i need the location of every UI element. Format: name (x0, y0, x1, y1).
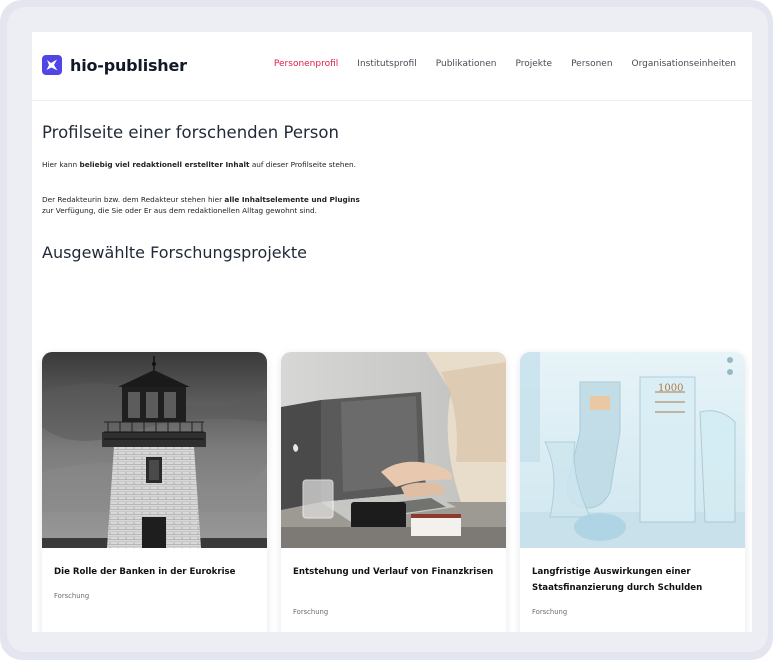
intro-paragraph: Hier kann beliebig viel redaktionell ers… (42, 160, 356, 169)
project-card-tag: Forschung (293, 608, 329, 616)
intro2-text-bold: alle Inhaltselemente und Plugins (224, 195, 360, 204)
intro-text-post: auf dieser Profilseite stehen. (249, 160, 356, 169)
project-card[interactable]: 1000 Langfristige Auswirkungen einer Sta… (520, 352, 745, 632)
nav-item-personen[interactable]: Personen (571, 59, 612, 69)
lab-glassware-image: 1000 (520, 352, 745, 548)
screenshot-frame: hio-publisher Personenprofil Institutspr… (0, 0, 773, 660)
main-nav: Personenprofil Institutsprofil Publikati… (255, 59, 736, 69)
lighthouse-image (42, 352, 267, 548)
intro2-text-pre: Der Redakteurin bzw. dem Redakteur stehe… (42, 195, 225, 204)
nav-item-personenprofil[interactable]: Personenprofil (274, 59, 338, 69)
intro2-text-line2: zur Verfügung, die Sie oder Er aus dem r… (42, 206, 317, 215)
page-title: Profilseite einer forschenden Person (42, 123, 339, 142)
intro-paragraph-2: Der Redakteurin bzw. dem Redakteur stehe… (42, 194, 360, 216)
projects-heading: Ausgewählte Forschungsprojekte (42, 243, 307, 262)
svg-text:1000: 1000 (658, 383, 683, 394)
project-card-tag: Forschung (532, 608, 568, 616)
project-card-tag: Forschung (54, 592, 90, 600)
nav-item-organisationseinheiten[interactable]: Organisationseinheiten (632, 59, 736, 69)
logo-mark-icon (42, 55, 62, 75)
project-card[interactable]: Entstehung und Verlauf von Finanzkrisen … (281, 352, 506, 632)
project-card-title[interactable]: Entstehung und Verlauf von Finanzkrisen (293, 564, 498, 580)
project-card-title[interactable]: Langfristige Auswirkungen einer Staatsfi… (532, 564, 737, 596)
nav-item-projekte[interactable]: Projekte (515, 59, 552, 69)
site-header: hio-publisher Personenprofil Institutspr… (32, 32, 752, 101)
project-card[interactable]: Die Rolle der Banken in der Eurokrise Fo… (42, 352, 267, 632)
intro-text-pre: Hier kann (42, 160, 80, 169)
nav-item-publikationen[interactable]: Publikationen (436, 59, 497, 69)
laptop-image (281, 352, 506, 548)
intro-text-bold: beliebig viel redaktionell erstellter In… (79, 160, 250, 169)
logo[interactable]: hio-publisher (42, 55, 187, 75)
nav-item-institutsprofil[interactable]: Institutsprofil (357, 59, 416, 69)
project-card-title[interactable]: Die Rolle der Banken in der Eurokrise (54, 564, 259, 580)
logo-text: hio-publisher (70, 55, 187, 75)
page: hio-publisher Personenprofil Institutspr… (32, 32, 752, 632)
